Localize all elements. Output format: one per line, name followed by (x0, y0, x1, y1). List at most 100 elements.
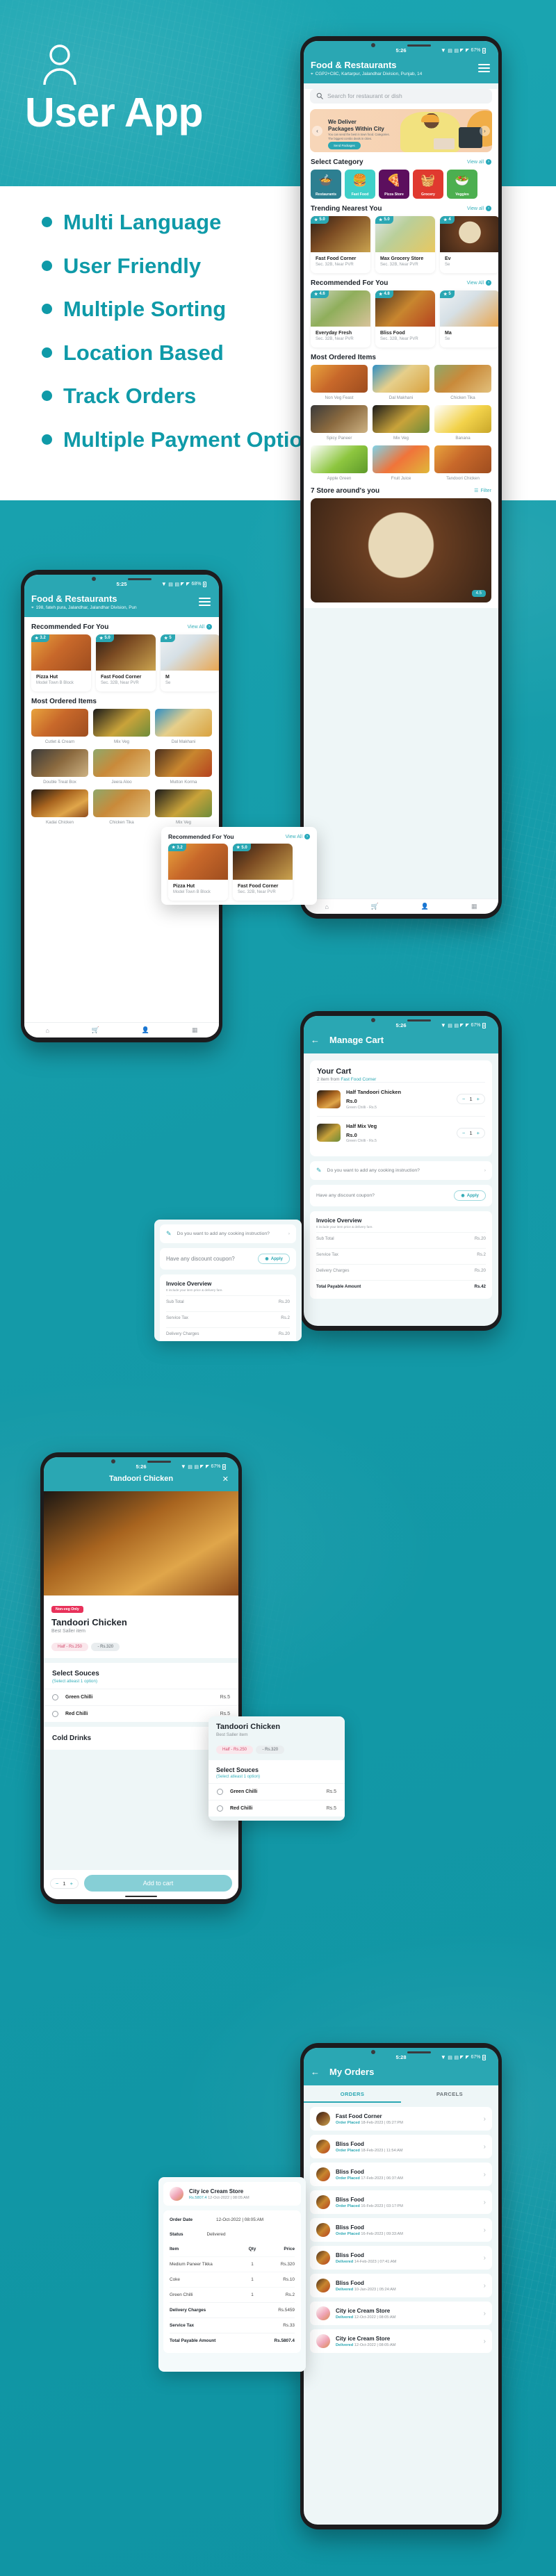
category-item-1[interactable]: 🍔 Fast Food (345, 169, 375, 199)
most-ordered-item-8[interactable]: Mix Veg (155, 789, 212, 825)
price-option-full[interactable]: - Rs.320 (91, 1643, 120, 1651)
view-all-button[interactable]: View all › (467, 206, 491, 211)
category-list[interactable]: 🍲 Restaurants 🍔 Fast Food 🍕 Pizza Store … (304, 169, 498, 199)
cooking-instruction-row[interactable]: ✎ Do you want to add any cooking instruc… (160, 1224, 296, 1243)
bottom-navigation[interactable]: ⌂ 🛒 👤 ▦ (304, 899, 498, 914)
menu-button[interactable] (199, 596, 211, 608)
menu-button[interactable] (478, 62, 490, 74)
most-ordered-item-2[interactable]: Dal Makhani (155, 708, 212, 744)
popup-card-list[interactable]: ★ 3.2 Pizza Hut Model Town B Block ★ 5.0… (161, 844, 317, 901)
sauce-option-list[interactable]: Green Chilli Rs.5 Red Chilli Rs.5 (208, 1783, 345, 1816)
apply-coupon-button[interactable]: ◉ Apply (454, 1190, 486, 1201)
recommended-card-0[interactable]: ★ 3.2 Pizza Hut Model Town B Block (31, 634, 91, 691)
order-row-1[interactable]: Bliss Food Order Placed 18-Feb-2023 | 11… (310, 2135, 492, 2158)
most-ordered-item-1[interactable]: Dal Makhani (373, 364, 430, 400)
most-ordered-item-0[interactable]: Cutlet & Cream (31, 708, 88, 744)
radio-icon[interactable] (217, 1805, 223, 1812)
recommended-card-1[interactable]: ★ 5.0 Fast Food Corner Sec. 32B, Near PV… (96, 634, 156, 691)
recommended-card-0[interactable]: ★ 4.6 Everyday Fresh Sec. 32B, Near PVR (311, 290, 370, 347)
store-hero-image[interactable]: 4.5 (311, 498, 491, 602)
recommended-card-list[interactable]: ★ 3.2 Pizza Hut Model Town B Block ★ 5.0… (24, 634, 219, 691)
order-row-8[interactable]: City ice Cream Store Delivered 12-Oct-20… (310, 2329, 492, 2353)
orders-list[interactable]: Fast Food Corner Order Placed 18-Feb-202… (304, 2107, 498, 2358)
decrement-button[interactable]: − (462, 1096, 465, 1102)
radio-icon[interactable] (217, 1789, 223, 1795)
order-row-6[interactable]: Bliss Food Delivered 10-Jan-2023 | 05:24… (310, 2274, 492, 2297)
most-ordered-item-6[interactable]: Apple Green (311, 445, 368, 481)
most-ordered-item-4[interactable]: Mix Veg (373, 404, 430, 441)
most-ordered-item-3[interactable]: Spicy Paneer (311, 404, 368, 441)
quantity-stepper[interactable]: − 1 + (457, 1094, 485, 1105)
trending-card-1[interactable]: ★ 5.0 Max Grocery Store Sec. 32B, Near P… (375, 215, 435, 273)
most-ordered-grid[interactable]: Cutlet & Cream Mix Veg Dal Makhani Doubl… (24, 708, 219, 825)
recommended-card-2[interactable]: ★ 5 Ma Se (440, 290, 498, 347)
promo-banner[interactable]: We Deliver Packages Within City You can s… (310, 108, 492, 152)
nav-grid-icon[interactable]: ▦ (192, 1026, 198, 1034)
coupon-row[interactable]: Have any discount coupon? ◉ Apply (160, 1248, 296, 1270)
increment-button[interactable]: + (477, 1130, 480, 1136)
most-ordered-item-6[interactable]: Kadai Chicken (31, 789, 88, 825)
order-row-2[interactable]: Bliss Food Order Placed 17-Feb-2023 | 06… (310, 2163, 492, 2186)
most-ordered-item-7[interactable]: Fruit Juice (373, 445, 430, 481)
back-arrow-icon[interactable]: ← (311, 1035, 320, 1045)
order-row-4[interactable]: Bliss Food Order Placed 16-Feb-2023 | 09… (310, 2218, 492, 2242)
order-row-5[interactable]: Bliss Food Delivered 14-Feb-2023 | 07:41… (310, 2246, 492, 2270)
nav-cart-icon[interactable]: 🛒 (371, 903, 379, 910)
most-ordered-item-5[interactable]: Banana (434, 404, 491, 441)
recommended-card-1[interactable]: ★ 4.8 Bliss Food Sec. 32B, Near PVR (375, 290, 435, 347)
close-icon[interactable]: ✕ (222, 1475, 229, 1484)
view-all-button[interactable]: View All › (286, 834, 310, 839)
order-row-3[interactable]: Bliss Food Order Placed 16-Feb-2023 | 03… (310, 2190, 492, 2214)
view-all-button[interactable]: View All › (188, 624, 212, 630)
orders-tab-bar[interactable]: ORDERS PARCELS (304, 2085, 498, 2103)
view-all-button[interactable]: View all › (467, 159, 491, 165)
tab-parcels[interactable]: PARCELS (401, 2085, 498, 2103)
cart-restaurant-link[interactable]: Fast Food Corner (341, 1077, 376, 1082)
nav-home-icon[interactable]: ⌂ (45, 1027, 49, 1034)
order-row-7[interactable]: City ice Cream Store Delivered 12-Oct-20… (310, 2302, 492, 2325)
most-ordered-item-7[interactable]: Chicken Tika (93, 789, 150, 825)
nav-profile-icon[interactable]: 👤 (142, 1026, 149, 1034)
quantity-stepper[interactable]: − 1 + (457, 1127, 485, 1138)
most-ordered-item-4[interactable]: Jeera Aloo (93, 748, 150, 785)
search-input[interactable]: Search for restaurant or dish (310, 88, 492, 104)
trending-card-0[interactable]: ★ 5.0 Fast Food Corner Sec. 32B, Near PV… (311, 215, 370, 273)
sauce-option-0[interactable]: Green Chilli Rs.5 (208, 1783, 345, 1800)
nav-cart-icon[interactable]: 🛒 (92, 1026, 99, 1034)
category-item-2[interactable]: 🍕 Pizza Store (379, 169, 409, 199)
category-item-3[interactable]: 🧺 Grocery (413, 169, 443, 199)
nav-home-icon[interactable]: ⌂ (325, 903, 328, 910)
most-ordered-grid[interactable]: Non Veg Feast Dal Makhani Chicken Tika S… (304, 364, 498, 481)
quantity-stepper[interactable]: −1 + (50, 1878, 79, 1889)
view-all-button[interactable]: View All › (467, 280, 491, 286)
sauce-option-1[interactable]: Red Chilli Rs.5 (208, 1800, 345, 1816)
increment-button[interactable]: + (70, 1880, 73, 1887)
price-option-full[interactable]: - Rs.320 (256, 1746, 285, 1754)
tab-orders[interactable]: ORDERS (304, 2085, 401, 2103)
most-ordered-item-3[interactable]: Double Treat Box (31, 748, 88, 785)
bottom-navigation[interactable]: ⌂ 🛒 👤 ▦ (24, 1022, 219, 1037)
banner-next-icon[interactable]: › (480, 125, 490, 136)
trending-card-list[interactable]: ★ 5.0 Fast Food Corner Sec. 32B, Near PV… (304, 215, 498, 273)
recommended-card-2[interactable]: ★ 5 M Se (161, 634, 219, 691)
cooking-instruction-row[interactable]: ✎ Do you want to add any cooking instruc… (310, 1161, 492, 1181)
sauce-option-0[interactable]: Green Chilli Rs.5 (44, 1689, 238, 1705)
most-ordered-item-1[interactable]: Mix Veg (93, 708, 150, 744)
most-ordered-item-0[interactable]: Non Veg Feast (311, 364, 368, 400)
price-option-half[interactable]: Half - Rs.250 (51, 1643, 89, 1651)
most-ordered-item-8[interactable]: Tandoori Chicken (434, 445, 491, 481)
nav-grid-icon[interactable]: ▦ (471, 903, 477, 910)
price-option-half[interactable]: Half - Rs.250 (216, 1746, 254, 1754)
add-to-cart-button[interactable]: Add to cart (83, 1875, 232, 1892)
most-ordered-item-5[interactable]: Mutton Korma (155, 748, 212, 785)
popup-card-0[interactable]: ★ 3.2 Pizza Hut Model Town B Block (168, 844, 228, 901)
filter-button[interactable]: ☰ Filter (474, 488, 491, 494)
banner-prev-icon[interactable]: ‹ (312, 125, 322, 136)
radio-icon[interactable] (52, 1711, 58, 1717)
trending-card-2[interactable]: ★ 4 Ev Se (440, 215, 498, 273)
coupon-row[interactable]: Have any discount coupon? ◉ Apply (310, 1185, 492, 1207)
order-row-0[interactable]: Fast Food Corner Order Placed 18-Feb-202… (310, 2107, 492, 2131)
most-ordered-item-2[interactable]: Chicken Tika (434, 364, 491, 400)
sauce-option-list[interactable]: Green Chilli Rs.5 Red Chilli Rs.5 (44, 1689, 238, 1722)
category-item-0[interactable]: 🍲 Restaurants (311, 169, 341, 199)
